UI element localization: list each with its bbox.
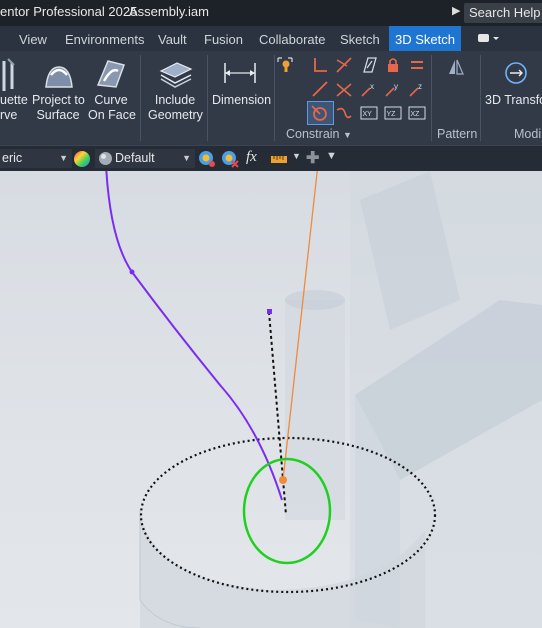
include-geometry-icon[interactable] xyxy=(159,59,193,89)
smooth-constraint-icon[interactable] xyxy=(335,104,353,122)
model-scene xyxy=(105,171,542,628)
parameters-button[interactable]: fx xyxy=(246,149,257,166)
project-to-surface-label-2: Surface xyxy=(36,108,80,122)
tangent-constraint-icon[interactable] xyxy=(335,80,353,98)
include-geometry-button[interactable]: Include Geometry xyxy=(148,93,203,123)
fix-constraint-icon[interactable] xyxy=(384,56,402,74)
property-bar: eric ▼ Default ▼ fx ▼ ✚ ▼ xyxy=(0,145,542,172)
tab-view[interactable]: View xyxy=(19,26,47,51)
dimension-icon[interactable] xyxy=(222,59,258,87)
curve-on-face-icon[interactable] xyxy=(94,57,128,91)
parallel-to-y-icon[interactable]: y xyxy=(384,80,402,98)
dimension-button[interactable]: Dimension xyxy=(212,93,271,108)
measure-icon[interactable] xyxy=(270,150,288,168)
appearance-dropdown[interactable]: Default ▼ xyxy=(95,149,195,168)
auto-constrain-icon[interactable] xyxy=(276,56,294,74)
orange-point[interactable] xyxy=(279,476,287,484)
svg-text:XY: XY xyxy=(363,111,373,118)
panel-separator xyxy=(480,55,481,141)
tab-fusion[interactable]: Fusion xyxy=(204,26,243,51)
silhouette-curve-icon[interactable] xyxy=(0,57,20,95)
perpendicular-constraint-icon[interactable] xyxy=(311,56,329,74)
help-search-input[interactable]: Search Help & xyxy=(464,3,542,23)
silhouette-curve-label-1: uette xyxy=(0,93,28,107)
collinear-constraint-icon[interactable] xyxy=(311,80,329,98)
tab-environments[interactable]: Environments xyxy=(65,26,144,51)
graphics-viewport[interactable] xyxy=(0,171,542,628)
tab-3d-sketch[interactable]: 3D Sketch xyxy=(389,26,461,51)
silhouette-curve-button[interactable]: uette rve xyxy=(0,93,28,123)
color-wheel-icon[interactable] xyxy=(73,150,91,168)
silhouette-curve-label-2: rve xyxy=(0,108,18,122)
constrain-panel-title: Constrain xyxy=(286,127,340,141)
panel-separator xyxy=(207,55,208,141)
parallel-to-x-icon[interactable]: x xyxy=(360,80,378,98)
spline-curve[interactable] xyxy=(105,171,283,501)
tab-vault[interactable]: Vault xyxy=(158,26,187,51)
parallel-constraint-icon[interactable] xyxy=(360,56,378,74)
customize-toolbar-icon[interactable]: ▼ xyxy=(326,150,337,162)
adjust-appearance-icon[interactable] xyxy=(198,150,216,168)
style-dropdown[interactable]: eric ▼ xyxy=(0,149,72,168)
parallel-to-z-icon[interactable]: z xyxy=(408,80,426,98)
measure-dropdown-icon[interactable]: ▼ xyxy=(292,151,301,161)
endpoint-marker[interactable] xyxy=(267,309,272,314)
svg-text:y: y xyxy=(394,82,398,91)
curve-on-face-label-2: On Face xyxy=(88,108,136,122)
tab-collaborate[interactable]: Collaborate xyxy=(259,26,326,51)
equal-constraint-icon[interactable] xyxy=(408,56,426,74)
style-dropdown-value: eric xyxy=(2,151,23,165)
svg-text:YZ: YZ xyxy=(387,111,397,118)
modify-panel-label: Modi xyxy=(514,127,542,141)
3d-transform-button[interactable]: 3D Transfor xyxy=(485,93,542,108)
ribbon-tabs: View Environments Vault Fusion Collabora… xyxy=(0,26,542,51)
tab-sketch[interactable]: Sketch xyxy=(340,26,380,51)
chevron-down-icon: ▼ xyxy=(182,153,191,163)
panel-separator xyxy=(140,55,141,141)
add-icon[interactable]: ✚ xyxy=(306,148,319,168)
3d-transform-icon[interactable] xyxy=(502,59,530,87)
ribbon-panel: uette rve Project to Surface Curve On Fa… xyxy=(0,51,542,145)
constrain-panel-dropdown-icon[interactable]: ▼ xyxy=(343,130,352,140)
curve-on-face-label-1: Curve xyxy=(94,93,128,107)
parallel-to-xy-icon[interactable]: XY xyxy=(360,104,378,122)
spline-point[interactable] xyxy=(129,269,135,275)
chevron-down-icon: ▼ xyxy=(59,153,68,163)
curve-on-face-button[interactable]: Curve On Face xyxy=(88,93,136,123)
constrain-panel-label[interactable]: Constrain ▼ xyxy=(286,127,352,141)
parallel-to-xz-icon[interactable]: XZ xyxy=(408,104,426,122)
project-to-surface-label-1: Project to xyxy=(32,93,85,107)
svg-text:x: x xyxy=(370,82,374,91)
include-geometry-label-2: Geometry xyxy=(148,108,203,122)
tangent-to-face-button[interactable] xyxy=(307,101,334,125)
panel-separator xyxy=(431,55,432,141)
appearance-dropdown-value: Default xyxy=(115,151,155,165)
search-expand-icon[interactable]: ▶ xyxy=(452,4,460,17)
pattern-panel-label: Pattern xyxy=(437,127,478,141)
parallel-to-yz-icon[interactable]: YZ xyxy=(384,104,402,122)
clear-appearance-icon[interactable] xyxy=(221,150,239,168)
quick-access-dropdown-icon[interactable] xyxy=(476,31,500,45)
title-bar: entor Professional 2025 Assembly.iam ▶ S… xyxy=(0,0,542,26)
svg-text:z: z xyxy=(418,82,422,91)
coincident-constraint-icon[interactable] xyxy=(335,56,353,74)
mirror-icon[interactable] xyxy=(446,57,466,77)
file-name: Assembly.iam xyxy=(129,4,209,19)
svg-text:XZ: XZ xyxy=(411,111,421,118)
panel-separator xyxy=(274,55,275,141)
tangent-to-face-icon xyxy=(311,105,327,121)
include-geometry-label-1: Include xyxy=(154,93,196,107)
project-to-surface-button[interactable]: Project to Surface xyxy=(32,93,85,123)
material-sphere-icon xyxy=(99,152,112,165)
app-title: entor Professional 2025 xyxy=(0,4,138,19)
project-to-surface-icon[interactable] xyxy=(42,57,76,91)
